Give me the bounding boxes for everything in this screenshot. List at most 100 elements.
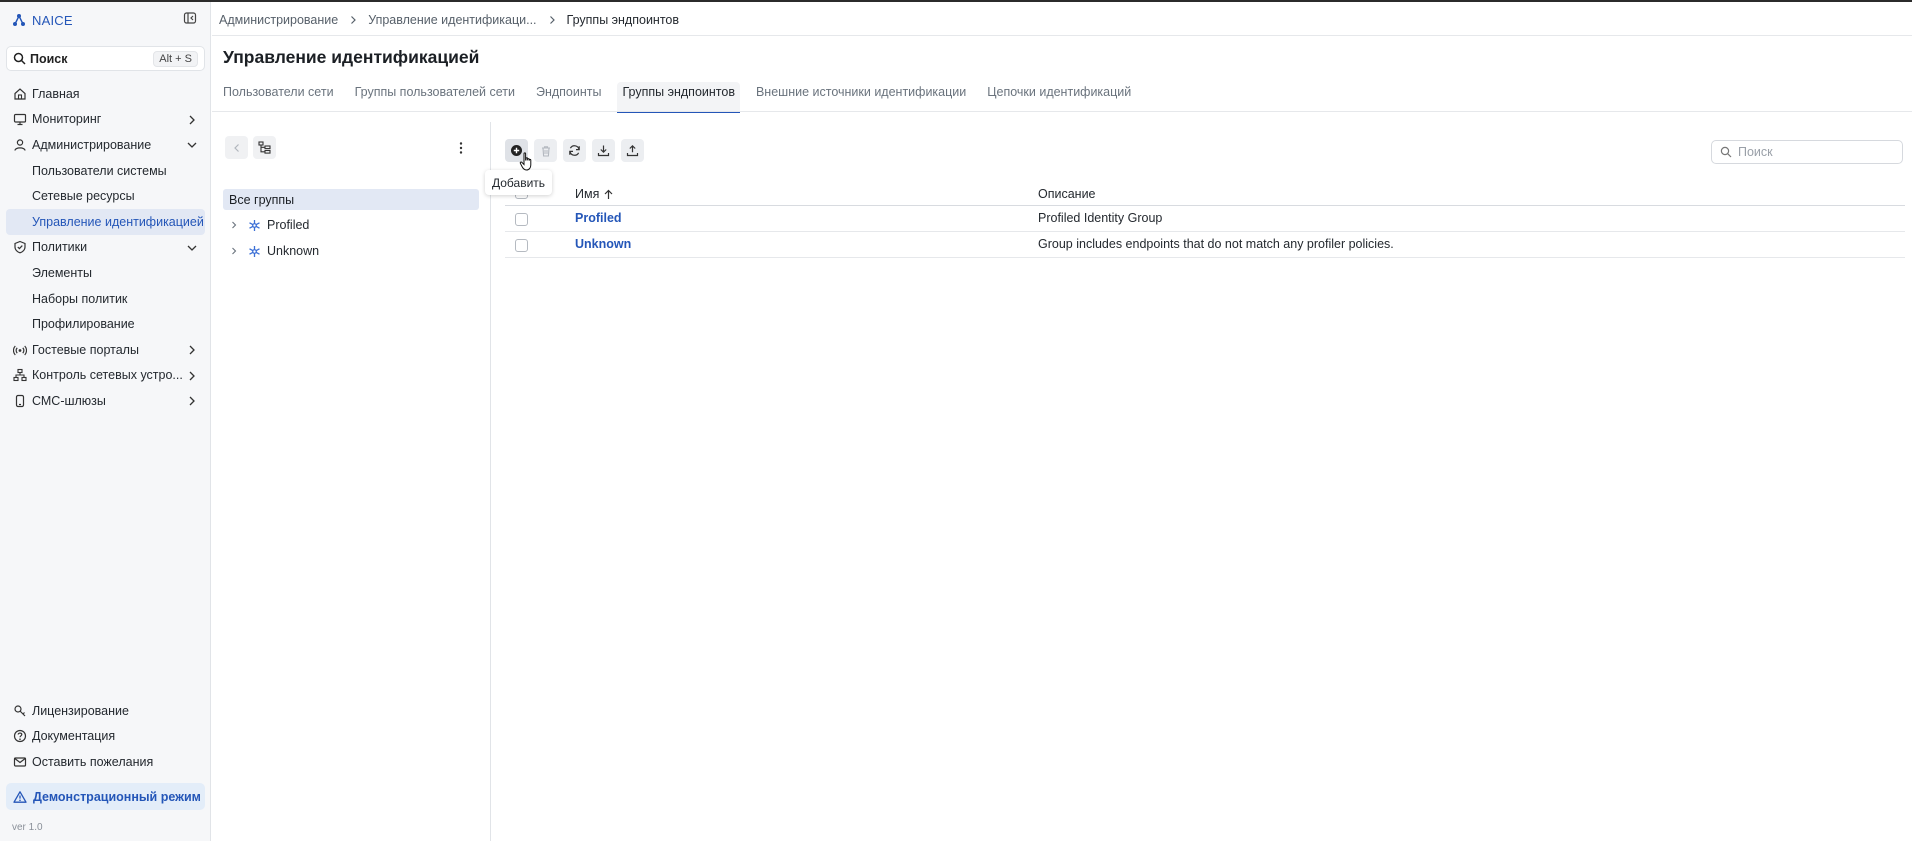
delete-button[interactable] [534, 139, 557, 162]
tree-structure-icon [258, 141, 271, 154]
import-button[interactable] [592, 139, 615, 162]
sidebar-item-system-users[interactable]: Пользователи системы [6, 158, 205, 184]
sidebar-item-label: Лицензирование [32, 703, 129, 718]
column-header-name[interactable]: Имя [575, 187, 614, 201]
sidebar-item-home[interactable]: Главная [6, 81, 205, 107]
sidebar-item-label: Контроль сетевых устро... [32, 368, 183, 383]
tree-all-groups[interactable]: Все группы [223, 189, 479, 210]
column-header-description[interactable]: Описание [1038, 187, 1096, 201]
endpoint-groups-table: Имя Описание Profiled Profiled Identity … [505, 182, 1905, 258]
chevron-right-icon [347, 14, 359, 26]
sidebar-item-licensing[interactable]: Лицензирование [6, 698, 205, 724]
tree-back-button[interactable] [225, 136, 248, 159]
tab-network-user-groups[interactable]: Группы пользователей сети [355, 82, 515, 112]
app-name: NAICE [32, 12, 73, 28]
sidebar-item-documentation[interactable]: Документация [6, 724, 205, 750]
sidebar: NAICE Поиск Alt + S Главная Мониторинг А… [0, 2, 211, 841]
tabs: Пользователи сети Группы пользователей с… [223, 82, 1152, 113]
sidebar-item-label: Оставить пожелания [32, 754, 154, 769]
chevron-right-icon [185, 394, 199, 408]
sidebar-item-label: Документация [32, 729, 116, 744]
sidebar-item-identity-management[interactable]: Управление идентификацией [6, 208, 205, 235]
sidebar-item-monitoring[interactable]: Мониторинг [6, 107, 205, 133]
add-tooltip: Добавить [485, 170, 553, 195]
plus-circle-icon [510, 144, 523, 157]
sidebar-item-guest-portals[interactable]: Гостевые порталы [6, 337, 205, 363]
sidebar-item-profiling[interactable]: Профилирование [6, 311, 205, 337]
tab-endpoints[interactable]: Эндпоинты [536, 82, 602, 112]
tree-node-unknown[interactable]: Unknown [228, 241, 319, 261]
chevron-right-icon [185, 343, 199, 357]
search-icon [13, 52, 26, 65]
row-description: Profiled Identity Group [1038, 211, 1163, 225]
app-version: ver 1.0 [12, 822, 43, 833]
phone-icon [13, 394, 27, 408]
user-icon [13, 138, 27, 152]
export-button[interactable] [621, 139, 644, 162]
brand[interactable]: NAICE [12, 10, 73, 30]
demo-mode-label: Демонстрационный режим [33, 789, 201, 804]
sidebar-item-sms-gateways[interactable]: СМС-шлюзы [6, 388, 205, 414]
demo-mode-banner[interactable]: Демонстрационный режим [6, 783, 205, 810]
sidebar-item-label: Профилирование [32, 317, 135, 332]
tabs-divider [212, 111, 1912, 112]
sidebar-item-network-device-control[interactable]: Контроль сетевых устро... [6, 363, 205, 389]
sidebar-item-label: Пользователи системы [32, 163, 167, 178]
sidebar-item-label: Главная [32, 86, 80, 101]
tab-identity-chains[interactable]: Цепочки идентификаций [987, 82, 1131, 112]
chevron-right-icon [546, 14, 558, 26]
chevron-left-icon [231, 142, 243, 154]
breadcrumb: Администрирование Управление идентификац… [219, 11, 679, 29]
sidebar-item-label: Управление идентификацией [32, 214, 204, 229]
group-node-icon [248, 245, 261, 258]
download-icon [597, 144, 610, 157]
sidebar-item-administration[interactable]: Администрирование [6, 132, 205, 158]
sort-ascending-icon [603, 189, 614, 200]
sidebar-item-network-resources[interactable]: Сетевые ресурсы [6, 183, 205, 209]
table-row[interactable]: Profiled Profiled Identity Group [505, 206, 1905, 232]
global-search[interactable]: Поиск Alt + S [6, 46, 205, 71]
tab-endpoint-groups[interactable]: Группы эндпоинтов [617, 82, 741, 113]
search-label: Поиск [30, 51, 68, 66]
more-vertical-icon[interactable] [453, 140, 469, 156]
tree-node-profiled[interactable]: Profiled [228, 215, 309, 235]
sidebar-item-label: Администрирование [32, 137, 152, 152]
expand-chevron-icon[interactable] [228, 245, 240, 257]
panel-divider[interactable] [490, 122, 491, 841]
sidebar-item-policies[interactable]: Политики [6, 235, 205, 261]
row-name-link[interactable]: Profiled [575, 211, 622, 225]
expand-chevron-icon[interactable] [228, 219, 240, 231]
refresh-button[interactable] [563, 139, 586, 162]
shield-check-icon [13, 240, 27, 254]
breadcrumb-item-administration[interactable]: Администрирование [219, 13, 338, 27]
license-icon [13, 704, 27, 718]
breadcrumb-item-current: Группы эндпоинтов [566, 13, 680, 27]
table-search[interactable] [1711, 140, 1903, 164]
add-button[interactable] [505, 139, 528, 162]
breadcrumb-item-identity-management[interactable]: Управление идентификаци... [368, 13, 536, 27]
trash-icon [540, 145, 552, 157]
search-shortcut: Alt + S [153, 50, 198, 67]
tree-node-label: Profiled [267, 218, 310, 232]
sidebar-item-feedback[interactable]: Оставить пожелания [6, 749, 205, 775]
table-row[interactable]: Unknown Group includes endpoints that do… [505, 232, 1905, 258]
sidebar-bottom-nav: Лицензирование Документация Оставить пож… [6, 698, 205, 775]
sidebar-item-policy-sets[interactable]: Наборы политик [6, 286, 205, 312]
sidebar-collapse-icon[interactable] [183, 11, 199, 27]
table-toolbar [505, 139, 644, 162]
row-name-link[interactable]: Unknown [575, 237, 631, 251]
row-checkbox[interactable] [515, 213, 528, 226]
row-checkbox[interactable] [515, 239, 528, 252]
group-node-icon [248, 219, 261, 232]
sidebar-item-label: Мониторинг [32, 112, 102, 127]
chevron-right-icon [185, 113, 199, 127]
table-search-input[interactable] [1738, 145, 1888, 159]
tab-external-identity-sources[interactable]: Внешние источники идентификации [756, 82, 966, 112]
tab-network-users[interactable]: Пользователи сети [223, 82, 334, 112]
sidebar-item-label: СМС-шлюзы [32, 393, 106, 408]
tree-node-label: Unknown [267, 244, 320, 258]
sidebar-item-label: Политики [32, 240, 88, 255]
help-icon [13, 729, 27, 743]
sidebar-item-elements[interactable]: Элементы [6, 260, 205, 286]
tree-view-toggle-button[interactable] [253, 136, 276, 159]
